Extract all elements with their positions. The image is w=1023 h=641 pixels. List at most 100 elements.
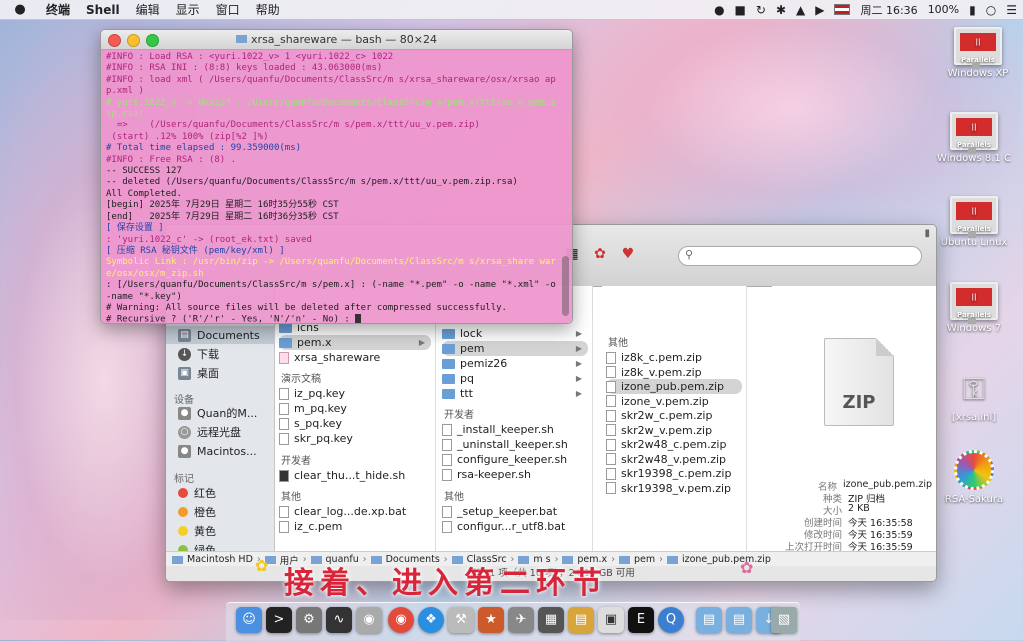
list-item[interactable]: configure_keeper.sh <box>442 452 588 467</box>
terminal-output[interactable]: #INFO : Load RSA : <yuri.1022_v> 1 <yuri… <box>101 50 572 323</box>
trash-dock-icon[interactable]: ▧ <box>771 607 797 633</box>
list-item[interactable]: pemiz26 ▶ <box>442 356 588 371</box>
desktop-icon-windows-81[interactable]: || Parallels Windows 8.1 C <box>934 112 1014 164</box>
file-row[interactable]: iz8k_v.pem.zip <box>606 365 742 380</box>
file-row[interactable]: skr2w48_v.pem.zip <box>606 452 742 467</box>
list-item[interactable]: xrsa_shareware <box>279 350 431 365</box>
desktop-icon-ubuntu[interactable]: || Parallels Ubuntu Linux <box>934 196 1014 248</box>
menu-terminal[interactable]: 终端 <box>46 1 70 18</box>
folder-dock-icon[interactable]: ▤ <box>568 607 594 633</box>
list-item[interactable]: ttt ▶ <box>442 386 588 401</box>
applications-folder-dock-icon[interactable]: ▤ <box>696 607 722 633</box>
column-group-header: 开发者 <box>444 410 474 421</box>
list-item[interactable]: pem.x ▶ <box>279 335 431 350</box>
activity-monitor-dock-icon[interactable]: ∿ <box>326 607 352 633</box>
terminal-titlebar[interactable]: xrsa_shareware — bash — 80×24 <box>101 30 572 50</box>
system-prefs-dock-icon[interactable]: ⚙ <box>296 607 322 633</box>
list-item[interactable]: iz_c.pem <box>279 519 431 534</box>
list-item[interactable]: lock ▶ <box>442 326 588 341</box>
file-row[interactable]: skr2w_v.pem.zip <box>606 423 742 438</box>
terminal-dock-icon[interactable]: > <box>266 607 292 633</box>
finder-dock-icon[interactable]: ☺ <box>236 607 262 633</box>
sidebar-item-documents[interactable]: ▤ Documents <box>166 326 278 344</box>
menu-clock[interactable]: 周二 16:36 <box>860 2 917 18</box>
quicktime-dock-icon[interactable]: Q <box>658 607 684 633</box>
sidebar-tag-orange[interactable]: 橙色 <box>178 503 216 521</box>
menu-view[interactable]: 显示 <box>176 1 200 18</box>
terminal-scrollbar[interactable] <box>562 54 569 316</box>
sidebar-item-remote-disc[interactable]: ○ 远程光盘 <box>178 423 241 441</box>
file-row[interactable]: izone_v.pem.zip <box>606 394 742 409</box>
file-row[interactable]: skr2w_c.pem.zip <box>606 408 742 423</box>
sidebar-tag-yellow[interactable]: 黄色 <box>178 522 216 540</box>
file-row[interactable]: skr19398_v.pem.zip <box>606 481 742 496</box>
input-source-flag-icon[interactable] <box>834 4 851 15</box>
list-item[interactable]: clear_log...de.xp.bat <box>279 504 431 519</box>
spotlight-icon[interactable]: ○ <box>986 3 996 17</box>
sidebar-item-macintosh[interactable]: ● Macintos... <box>178 442 257 460</box>
list-item[interactable]: iz_pq.key <box>279 386 431 401</box>
battery-icon[interactable]: ▮ <box>969 3 976 17</box>
chrome-dock-icon[interactable]: ◉ <box>388 607 414 633</box>
list-item[interactable]: rsa-keeper.sh <box>442 467 588 482</box>
file-row[interactable]: skr2w48_c.pem.zip <box>606 437 742 452</box>
shoe-toolbar-icon[interactable]: ♥ <box>618 244 638 264</box>
file-row[interactable]: izone_pub.pem.zip <box>606 379 742 394</box>
menu-edit[interactable]: 编辑 <box>136 1 160 18</box>
terminal-line: # Total time elapsed : 99.359000(ms) <box>106 143 302 154</box>
file-name: skr19398_c.pem.zip <box>621 467 732 480</box>
sidebar-item-downloads[interactable]: ↓ 下载 <box>178 345 219 363</box>
menu-help[interactable]: 帮助 <box>256 1 280 18</box>
zoom-button[interactable] <box>146 34 159 47</box>
path-segment[interactable]: Macintosh HD <box>187 554 253 565</box>
app-dock-icon[interactable]: ★ <box>478 607 504 633</box>
menu-shell[interactable]: Shell <box>86 3 120 17</box>
desktop-icon-windows-xp[interactable]: || Parallels Windows XP <box>938 27 1018 79</box>
time-machine-icon[interactable]: ↻ <box>756 3 766 17</box>
list-item[interactable]: s_pq.key <box>279 416 431 431</box>
sakura-flower-icon <box>954 450 994 490</box>
list-item[interactable]: pq ▶ <box>442 371 588 386</box>
notification-center-icon[interactable]: ☰ <box>1006 3 1017 17</box>
desktop-icon-windows-7[interactable]: || Parallels Windows 7 <box>934 282 1014 334</box>
list-item[interactable]: _install_keeper.sh <box>442 422 588 437</box>
stop-record-icon[interactable]: ● <box>714 3 724 17</box>
bluetooth-icon[interactable]: ✱ <box>776 3 786 17</box>
list-item[interactable]: configur...r_utf8.bat <box>442 519 588 534</box>
path-segment[interactable]: izone_pub.pem.zip <box>682 554 771 565</box>
sidebar-tag-red[interactable]: 红色 <box>178 484 216 502</box>
ide-dock-icon[interactable]: E <box>628 607 654 633</box>
file-row[interactable]: iz8k_c.pem.zip <box>606 350 742 365</box>
battery-percent[interactable]: 100% <box>928 3 959 16</box>
file-icon <box>279 432 289 445</box>
utility-dock-icon[interactable]: ✈ <box>508 607 534 633</box>
app2-dock-icon[interactable]: ▦ <box>538 607 564 633</box>
menu-window[interactable]: 窗口 <box>216 1 240 18</box>
disk-utility-dock-icon[interactable]: ◉ <box>356 607 382 633</box>
list-item[interactable]: _setup_keeper.bat <box>442 504 588 519</box>
list-item[interactable]: _uninstall_keeper.sh <box>442 437 588 452</box>
app3-dock-icon[interactable]: ▣ <box>598 607 624 633</box>
desktop-icon-rsa-sakura[interactable]: RSA-Sakura <box>934 450 1014 505</box>
sidebar-item-desktop[interactable]: ▣ 桌面 <box>178 364 219 382</box>
close-button[interactable] <box>108 34 121 47</box>
wifi-icon[interactable]: ▲ <box>796 3 805 17</box>
list-item[interactable]: m_pq.key <box>279 401 431 416</box>
desktop-icon-xrsa-ini[interactable]: ⚿ [xrsa.ini] <box>934 368 1014 423</box>
minimize-button[interactable] <box>127 34 140 47</box>
documents-folder-dock-icon[interactable]: ▤ <box>726 607 752 633</box>
sakura-toolbar-icon[interactable]: ✿ <box>590 244 610 264</box>
lock-icon[interactable]: ■ <box>735 3 746 17</box>
file-row[interactable]: skr19398_c.pem.zip <box>606 466 742 481</box>
automator-dock-icon[interactable]: ⚒ <box>448 607 474 633</box>
safari-dock-icon[interactable]: ❖ <box>418 607 444 633</box>
path-segment[interactable]: pem <box>634 554 655 565</box>
apple-menu-icon[interactable]: ● <box>10 2 30 17</box>
volume-icon[interactable]: ▶ <box>815 3 824 17</box>
finder-search-field[interactable]: ⚲ <box>678 246 922 266</box>
list-item[interactable]: clear_thu...t_hide.sh <box>279 468 431 483</box>
list-item[interactable]: pem ▶ <box>442 341 588 356</box>
toolbar-toggle-icon[interactable]: ▮ <box>924 228 930 239</box>
sidebar-item-disk-1[interactable]: ● Quan的M... <box>178 404 257 422</box>
list-item[interactable]: skr_pq.key <box>279 431 431 446</box>
